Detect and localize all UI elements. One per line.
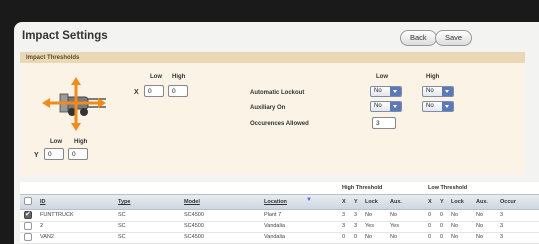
cell-type: SC (118, 234, 126, 240)
lockout-low-select[interactable]: No (370, 86, 402, 97)
cell-low-x: 0 (428, 234, 432, 240)
x-low-label: Low (150, 74, 162, 80)
y-high-input[interactable]: 0 (68, 148, 88, 160)
impact-settings-page: Impact Settings Back Save Impact Thresho… (14, 22, 539, 244)
cell-low-lock: No (451, 212, 459, 218)
cell-high-x: 3 (342, 212, 346, 218)
impact-thresholds-panel: Impact Thresholds Low High X 0 0 Low Hig… (20, 52, 525, 175)
forklift-axes-icon (42, 77, 106, 131)
cell-low-x: 0 (428, 212, 432, 218)
select-all-checkbox[interactable] (24, 197, 32, 205)
save-button[interactable]: Save (435, 30, 473, 46)
row-checkbox[interactable] (24, 210, 32, 219)
y-high-label: High (74, 139, 88, 145)
y-low-input[interactable]: 0 (44, 148, 64, 160)
cell-high-y: 0 (354, 234, 358, 240)
col-low-y: Y (440, 199, 444, 205)
x-low-input[interactable]: 0 (144, 85, 164, 97)
cell-type: SC (118, 223, 126, 229)
col-occur: Occur (500, 199, 516, 205)
cell-low-x: 0 (428, 223, 432, 229)
y-axis-label: Y (34, 152, 39, 159)
page-title: Impact Settings (22, 30, 108, 42)
chevron-down-icon (442, 87, 453, 96)
cell-high-lock: No (365, 212, 373, 218)
cell-location: Vandalia (264, 234, 285, 240)
lockout-high-value: No (426, 88, 434, 94)
cell-location: Plant 7 (264, 212, 282, 218)
cell-model: SC4500 (184, 223, 204, 229)
col-type[interactable]: Type (118, 199, 130, 205)
cell-occur: 3 (500, 234, 504, 240)
cell-low-y: 0 (440, 234, 444, 240)
x-high-label: High (172, 74, 186, 80)
col-location[interactable]: Location (264, 199, 287, 205)
occurrences-allowed-label: Occurences Allowed (250, 121, 309, 127)
cell-high-lock: Yes (365, 223, 374, 229)
cell-high-y: 3 (354, 212, 358, 218)
cell-occur: 3 (500, 212, 504, 218)
col-id[interactable]: ID (40, 199, 46, 205)
row-checkbox[interactable] (24, 222, 32, 230)
col-low-aux: Aux. (476, 199, 488, 205)
cell-high-aux: No (390, 212, 398, 218)
high-threshold-group-header: High Threshold (342, 185, 383, 191)
sort-arrow-icon: ▼ (306, 197, 312, 203)
cell-id[interactable]: VAN2 (40, 234, 54, 240)
cell-low-lock: No (451, 234, 459, 240)
col-high-y: Y (354, 199, 358, 205)
cell-occur: 3 (500, 223, 504, 229)
cell-low-lock: No (451, 223, 459, 229)
cell-type: SC (118, 212, 126, 218)
occurrences-allowed-input[interactable]: 3 (372, 117, 396, 129)
cell-model: SC4500 (184, 234, 204, 240)
chevron-down-icon (442, 102, 453, 111)
cell-high-aux: No (390, 234, 398, 240)
cell-high-y: 3 (354, 223, 358, 229)
auxiliary-on-label: Auxiliary On (250, 105, 286, 111)
table-row[interactable]: VAN2 SC SC4500 Vandalia 0 0 No No 0 0 No… (20, 232, 539, 244)
cell-high-x: 0 (342, 234, 346, 240)
cell-location: Vandalia (264, 223, 285, 229)
col-model[interactable]: Model (184, 199, 200, 205)
row-checkbox[interactable] (24, 233, 32, 241)
impact-thresholds-header: Impact Thresholds (20, 53, 525, 63)
cell-id[interactable]: FUNTTRUCK (40, 212, 74, 218)
auxiliary-low-select[interactable]: No (370, 101, 402, 112)
trucks-table: High Threshold Low Threshold ID Type Mod… (20, 182, 539, 244)
col-low-x: X (428, 199, 432, 205)
cell-low-aux: No (476, 234, 484, 240)
chevron-down-icon (390, 102, 401, 111)
automatic-lockout-label: Automatic Lockout (250, 90, 305, 96)
lockout-high-select[interactable]: No (422, 86, 454, 97)
auxiliary-low-value: No (374, 103, 382, 109)
auxiliary-high-value: No (426, 103, 434, 109)
back-button[interactable]: Back (400, 30, 437, 46)
col-low-lock: Lock (451, 199, 464, 205)
col-high-lock: Lock (365, 199, 378, 205)
auxiliary-high-select[interactable]: No (422, 101, 454, 112)
y-low-label: Low (50, 139, 62, 145)
lockout-low-value: No (374, 88, 382, 94)
cell-low-aux: No (476, 223, 484, 229)
col-high-aux: Aux. (390, 199, 402, 205)
cell-high-lock: No (365, 234, 373, 240)
col-high-x: X (342, 199, 346, 205)
cell-high-aux: Yes (390, 223, 399, 229)
cell-id[interactable]: 2 (40, 223, 43, 229)
settings-high-header: High (426, 74, 440, 80)
cell-low-y: 0 (440, 223, 444, 229)
cell-low-y: 0 (440, 212, 444, 218)
settings-low-header: Low (376, 74, 388, 80)
x-high-input[interactable]: 0 (168, 85, 188, 97)
low-threshold-group-header: Low Threshold (428, 185, 468, 191)
chevron-down-icon (390, 87, 401, 96)
cell-model: SC4500 (184, 212, 204, 218)
screen: Impact Settings Back Save Impact Thresho… (0, 0, 539, 244)
cell-high-x: 3 (342, 223, 346, 229)
cell-low-aux: No (476, 212, 484, 218)
x-axis-label: X (134, 89, 139, 96)
table-header-row: ID Type Model Location ▼ X Y Lock Aux. X… (20, 194, 539, 210)
